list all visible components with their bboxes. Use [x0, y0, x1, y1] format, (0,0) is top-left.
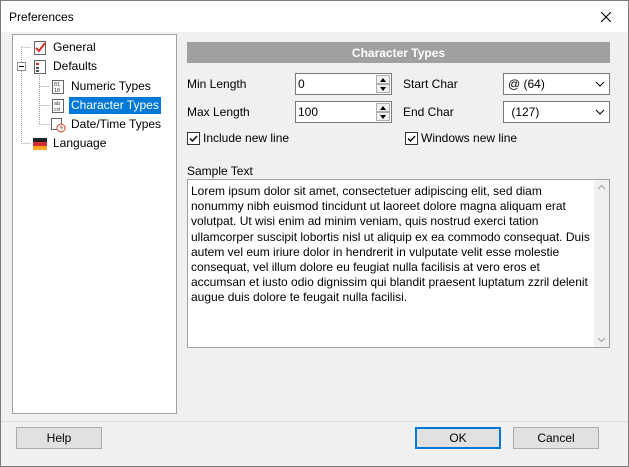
numeric-types-icon: 01 10	[52, 79, 64, 94]
cancel-button[interactable]: Cancel	[513, 427, 599, 449]
tree-item-numeric-types[interactable]: 01 10 Numeric Types	[50, 77, 153, 96]
windows-new-line-label: Windows new line	[421, 131, 518, 145]
sample-text-area[interactable]: Lorem ipsum dolor sit amet, consectetuer…	[187, 179, 610, 348]
chevron-down-icon	[595, 109, 605, 115]
title-bar[interactable]: Preferences	[1, 1, 628, 32]
tree-item-label: Numeric Types	[71, 79, 151, 93]
tree-item-defaults[interactable]: Defaults	[32, 57, 99, 76]
min-length-down-button[interactable]	[376, 84, 390, 93]
end-char-value:  (127)	[508, 105, 540, 119]
close-button[interactable]	[583, 1, 628, 32]
dialog-content: General Defaults 01 10 Numeric Types ab …	[1, 32, 628, 421]
tree-item-label: Date/Time Types	[71, 117, 162, 131]
end-char-combobox[interactable]:  (127)	[503, 101, 610, 123]
min-length-spinner[interactable]	[295, 73, 392, 95]
character-types-icon: ab cd	[52, 98, 64, 113]
close-icon	[600, 11, 611, 22]
spin-down-icon	[380, 114, 386, 119]
character-types-panel: Character Types Min Length Max Length	[187, 42, 611, 412]
windows-new-line-box[interactable]	[405, 131, 418, 145]
tree-item-character-types[interactable]: ab cd Character Types	[50, 96, 161, 115]
max-length-spinner[interactable]	[295, 101, 392, 123]
end-char-label: End Char	[403, 105, 454, 119]
help-button[interactable]: Help	[16, 427, 102, 449]
collapse-expander-icon[interactable]	[17, 62, 26, 71]
include-new-line-checkbox[interactable]: Include new line	[187, 131, 289, 145]
max-length-up-button[interactable]	[376, 103, 390, 112]
start-char-value: @ (64)	[508, 77, 545, 91]
include-new-line-label: Include new line	[203, 131, 290, 145]
datetime-types-icon	[51, 117, 66, 132]
max-length-down-button[interactable]	[376, 112, 390, 121]
min-length-input[interactable]	[298, 76, 374, 92]
max-length-label: Max Length	[187, 105, 250, 119]
sample-text-label: Sample Text	[187, 164, 253, 178]
min-length-up-button[interactable]	[376, 75, 390, 84]
tree-item-general[interactable]: General	[32, 38, 98, 57]
svg-text:10: 10	[54, 88, 60, 94]
start-char-label: Start Char	[403, 77, 458, 91]
scroll-down-icon[interactable]	[594, 332, 609, 347]
general-page-icon	[34, 40, 46, 55]
window-title: Preferences	[9, 10, 74, 24]
tree-item-label: General	[53, 40, 96, 54]
language-flag-icon	[33, 137, 47, 150]
windows-new-line-checkbox[interactable]: Windows new line	[405, 131, 517, 145]
checkmark-icon	[189, 135, 198, 142]
section-header: Character Types	[187, 42, 610, 63]
include-new-line-box[interactable]	[187, 131, 200, 145]
dialog-footer: Help OK Cancel	[1, 421, 628, 466]
spin-up-icon	[380, 105, 386, 110]
sample-text-content: Lorem ipsum dolor sit amet, consectetuer…	[191, 184, 590, 305]
chevron-down-icon	[595, 81, 605, 87]
preferences-tree[interactable]: General Defaults 01 10 Numeric Types ab …	[12, 34, 177, 414]
tree-item-language[interactable]: Language	[32, 134, 108, 153]
tree-item-label: Character Types	[69, 97, 161, 114]
preferences-window: Preferences General Defaults 01 10 Numer…	[0, 0, 629, 467]
max-length-input[interactable]	[298, 104, 374, 120]
svg-text:cd: cd	[54, 107, 60, 113]
tree-item-label: Defaults	[53, 59, 98, 73]
spin-up-icon	[380, 77, 386, 82]
tree-item-datetime-types[interactable]: Date/Time Types	[50, 115, 163, 134]
scroll-up-icon[interactable]	[594, 180, 609, 195]
ok-button[interactable]: OK	[415, 427, 501, 449]
min-length-label: Min Length	[187, 77, 247, 91]
sample-text-scrollbar[interactable]	[594, 180, 609, 347]
spin-down-icon	[380, 86, 386, 91]
start-char-combobox[interactable]: @ (64)	[503, 73, 610, 95]
tree-item-label: Language	[53, 136, 107, 150]
defaults-folder-icon	[34, 59, 46, 74]
checkmark-icon	[407, 135, 416, 142]
